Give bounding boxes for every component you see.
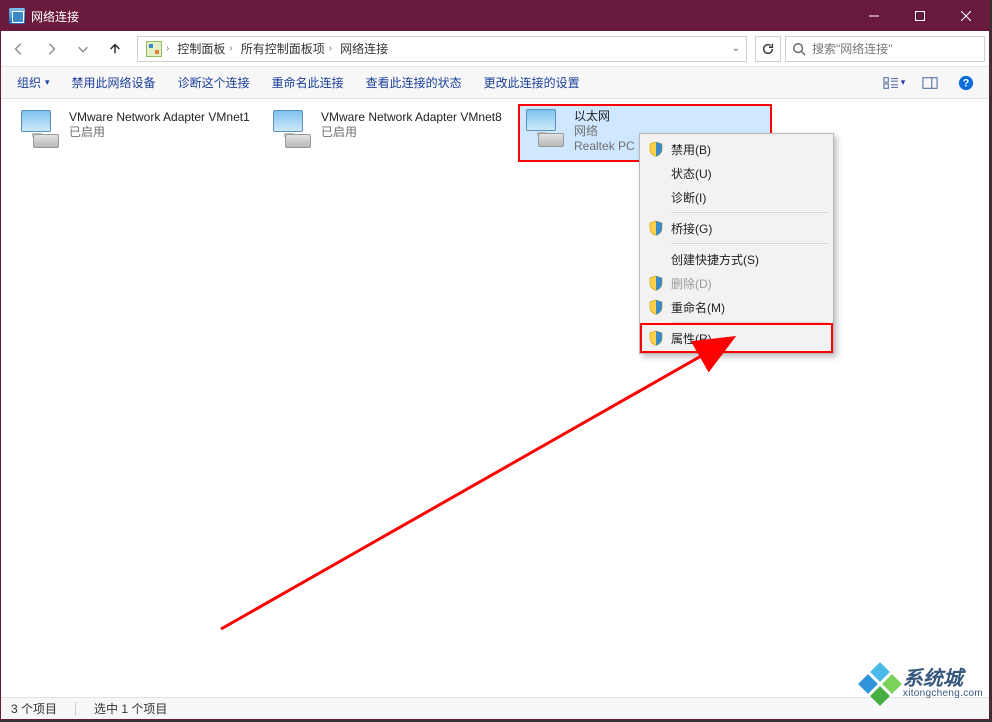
ctx-label: 诊断(I) [671,189,706,206]
ctx-label: 状态(U) [671,165,712,182]
status-separator [75,702,76,716]
search-icon [792,42,806,56]
titlebar: 网络连接 [1,1,989,31]
breadcrumb-label: 所有控制面板项 [241,40,325,57]
ctx-label: 桥接(G) [671,220,712,237]
network-connections-window: 网络连接 › 控制面板 › 所有控制面板项 › 网络连接 ⌄ 搜索"网络连接" [0,0,990,720]
status-bar: 3 个项目 选中 1 个项目 [1,697,989,719]
shield-icon [648,275,664,291]
chevron-right-icon: › [229,43,232,54]
close-button[interactable] [943,1,989,31]
adapter-name: 以太网 [574,109,635,124]
breadcrumb-segment[interactable]: 所有控制面板项 › [237,37,336,61]
breadcrumb-segment[interactable]: 控制面板 › [173,37,236,61]
cmd-disable-device[interactable]: 禁用此网络设备 [64,70,164,95]
ctx-label: 创建快捷方式(S) [671,251,759,268]
preview-pane-button[interactable] [915,71,945,95]
status-item-count: 3 个项目 [11,700,57,717]
adapter-name: VMware Network Adapter VMnet8 [321,110,502,125]
adapter-detail: Realtek PC [574,139,635,154]
help-button[interactable]: ? [951,71,981,95]
cmd-view-status[interactable]: 查看此连接的状态 [358,70,470,95]
ctx-rename[interactable]: 重命名(M) [643,295,830,319]
refresh-button[interactable] [755,36,781,62]
adapter-status: 网络 [574,124,635,139]
ctx-delete: 删除(D) [643,271,830,295]
context-menu: 禁用(B) 状态(U) 诊断(I) 桥接(G) 创建快捷方式(S) 删除(D) … [639,133,834,354]
forward-button[interactable] [37,36,65,62]
address-dropdown[interactable]: ⌄ [726,43,746,54]
control-panel-icon [146,41,162,57]
back-button[interactable] [5,36,33,62]
ctx-disable[interactable]: 禁用(B) [643,137,830,161]
watermark-title: 系统城 [903,669,983,689]
breadcrumb-label: 网络连接 [340,40,388,57]
ctx-label: 属性(R) [671,330,712,347]
ctx-diagnose[interactable]: 诊断(I) [643,185,830,209]
app-icon [9,8,25,24]
recent-locations-button[interactable] [69,36,97,62]
ctx-create-shortcut[interactable]: 创建快捷方式(S) [643,247,830,271]
breadcrumb-segment[interactable]: 网络连接 [336,37,392,61]
search-placeholder: 搜索"网络连接" [812,40,893,57]
annotation-arrow [1,99,991,699]
chevron-right-icon: › [329,43,332,54]
adapter-status: 已启用 [321,125,502,140]
organize-menu[interactable]: 组织▾ [9,70,58,95]
menu-separator [671,212,828,213]
shield-icon [648,141,664,157]
network-adapter-icon [271,110,315,154]
ctx-label: 删除(D) [671,275,712,292]
cmd-rename[interactable]: 重命名此连接 [264,70,352,95]
chevron-down-icon: ▾ [45,77,50,88]
shield-icon [648,330,664,346]
svg-text:?: ? [963,77,970,89]
adapter-name: VMware Network Adapter VMnet1 [69,110,250,125]
shield-icon [648,299,664,315]
minimize-button[interactable] [851,1,897,31]
maximize-button[interactable] [897,1,943,31]
navigation-bar: › 控制面板 › 所有控制面板项 › 网络连接 ⌄ 搜索"网络连接" [1,31,989,67]
menu-separator [671,243,828,244]
cmd-diagnose[interactable]: 诊断这个连接 [170,70,258,95]
cmd-change-settings[interactable]: 更改此连接的设置 [476,70,588,95]
breadcrumb-label: 控制面板 [177,40,225,57]
adapter-item[interactable]: VMware Network Adapter VMnet1 已启用 [15,107,263,159]
adapter-status: 已启用 [69,125,250,140]
watermark: 系统城 xitongcheng.com [863,667,983,701]
adapter-list: VMware Network Adapter VMnet1 已启用 VMware… [1,99,989,699]
ctx-status[interactable]: 状态(U) [643,161,830,185]
window-title: 网络连接 [31,8,851,25]
address-bar[interactable]: › 控制面板 › 所有控制面板项 › 网络连接 ⌄ [137,36,747,62]
adapter-item[interactable]: VMware Network Adapter VMnet8 已启用 [267,107,515,159]
watermark-url: xitongcheng.com [903,689,983,699]
menu-separator [671,322,828,323]
chevron-right-icon: › [166,43,169,54]
ctx-label: 重命名(M) [671,299,725,316]
up-button[interactable] [101,36,129,62]
shield-icon [648,220,664,236]
ctx-label: 禁用(B) [671,141,711,158]
ctx-bridge[interactable]: 桥接(G) [643,216,830,240]
network-adapter-icon [19,110,63,154]
address-icon-segment[interactable]: › [142,37,173,61]
ctx-properties[interactable]: 属性(R) [643,326,830,350]
status-selection: 选中 1 个项目 [94,700,167,717]
view-options-button[interactable]: ▾ [879,71,909,95]
watermark-logo-icon [863,667,897,701]
network-adapter-icon [524,109,568,153]
search-input[interactable]: 搜索"网络连接" [785,36,985,62]
command-bar: 组织▾ 禁用此网络设备 诊断这个连接 重命名此连接 查看此连接的状态 更改此连接… [1,67,989,99]
